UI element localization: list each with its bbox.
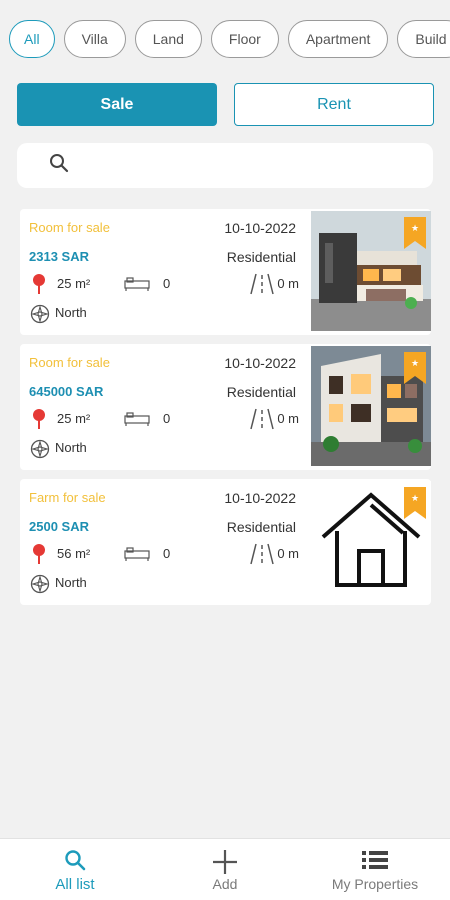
svg-text:★: ★ — [411, 494, 419, 504]
chip-building[interactable]: Build — [397, 20, 450, 58]
listing-type: Residential — [226, 384, 296, 400]
chip-floor[interactable]: Floor — [210, 20, 279, 58]
house-placeholder-icon[interactable]: ★ — [311, 481, 431, 601]
search-icon — [49, 153, 69, 178]
road-icon — [250, 408, 274, 435]
svg-text:★: ★ — [411, 224, 419, 234]
list-icon — [361, 849, 389, 873]
nav-all-list[interactable]: All list — [0, 839, 150, 900]
road-icon — [250, 543, 274, 570]
listing-card[interactable]: Room for sale 10-10-2022 2313 SAR Reside… — [20, 209, 431, 335]
listing-bedrooms: 0 — [163, 546, 171, 561]
nav-add[interactable]: Add — [150, 839, 300, 900]
bookmark-icon[interactable]: ★ — [404, 217, 426, 254]
listing-price: 2500 SAR — [29, 519, 89, 534]
bed-icon — [124, 276, 150, 297]
nav-label: My Properties — [331, 876, 419, 892]
listing-type: Residential — [226, 249, 296, 265]
chip-villa[interactable]: Villa — [63, 20, 126, 58]
listing-street-width: 0 m — [277, 411, 299, 426]
rent-button[interactable]: Rent — [234, 83, 434, 126]
location-pin-icon — [31, 543, 47, 570]
listing-direction-label: North — [55, 575, 87, 590]
modern-villa-photo[interactable]: ★ — [311, 211, 431, 331]
listing-price: 2313 SAR — [29, 249, 89, 264]
bed-icon — [124, 546, 150, 567]
listing-specs: 56 m² 0 0 m — [29, 543, 299, 565]
listing-bedrooms: 0 — [163, 411, 171, 426]
search-bar[interactable] — [17, 143, 433, 188]
search-icon — [64, 849, 86, 873]
chip-apartment[interactable]: Apartment — [287, 20, 389, 58]
listing-specs: 25 m² 0 0 m — [29, 273, 299, 295]
compass-icon — [30, 439, 50, 464]
nav-label: Add — [212, 876, 238, 892]
sale-rent-toggle: Sale Rent — [17, 83, 434, 126]
listing-date: 10-10-2022 — [224, 220, 296, 236]
listing-card[interactable]: Room for sale 10-10-2022 645000 SAR Resi… — [20, 344, 431, 470]
location-pin-icon — [31, 408, 47, 435]
listing-bedrooms: 0 — [163, 276, 171, 291]
listing-area: 25 m² — [57, 411, 91, 426]
listing-title: Farm for sale — [29, 490, 106, 505]
listing-type: Residential — [226, 519, 296, 535]
listing-price: 645000 SAR — [29, 384, 104, 399]
compass-icon — [30, 574, 50, 599]
listing-area: 25 m² — [57, 276, 91, 291]
listing-card[interactable]: Farm for sale 10-10-2022 2500 SAR Reside… — [20, 479, 431, 605]
bookmark-icon[interactable]: ★ — [404, 352, 426, 389]
bookmark-icon[interactable]: ★ — [404, 487, 426, 524]
compass-icon — [30, 304, 50, 329]
chip-land[interactable]: Land — [134, 20, 202, 58]
listing-specs: 25 m² 0 0 m — [29, 408, 299, 430]
road-icon — [250, 273, 274, 300]
bed-icon — [124, 411, 150, 432]
plus-icon — [212, 849, 238, 874]
chip-all[interactable]: All — [9, 20, 55, 58]
listing-title: Room for sale — [29, 220, 110, 235]
listing-title: Room for sale — [29, 355, 110, 370]
nav-label: All list — [55, 876, 95, 893]
listing-direction-label: North — [55, 440, 87, 455]
bottom-navigation: All list Add My Properties — [0, 838, 450, 900]
listing-area: 56 m² — [57, 546, 91, 561]
listing-direction-label: North — [55, 305, 87, 320]
category-filter-bar: All Villa Land Floor Apartment Build — [9, 20, 450, 58]
listing-street-width: 0 m — [277, 276, 299, 291]
sale-button[interactable]: Sale — [17, 83, 217, 126]
listing-date: 10-10-2022 — [224, 490, 296, 506]
search-input[interactable] — [83, 157, 413, 174]
svg-text:★: ★ — [411, 359, 419, 369]
nav-my-properties[interactable]: My Properties — [300, 839, 450, 900]
listing-street-width: 0 m — [277, 546, 299, 561]
modern-house-photo[interactable]: ★ — [311, 346, 431, 466]
location-pin-icon — [31, 273, 47, 300]
listing-list: Room for sale 10-10-2022 2313 SAR Reside… — [20, 209, 431, 614]
listing-date: 10-10-2022 — [224, 355, 296, 371]
